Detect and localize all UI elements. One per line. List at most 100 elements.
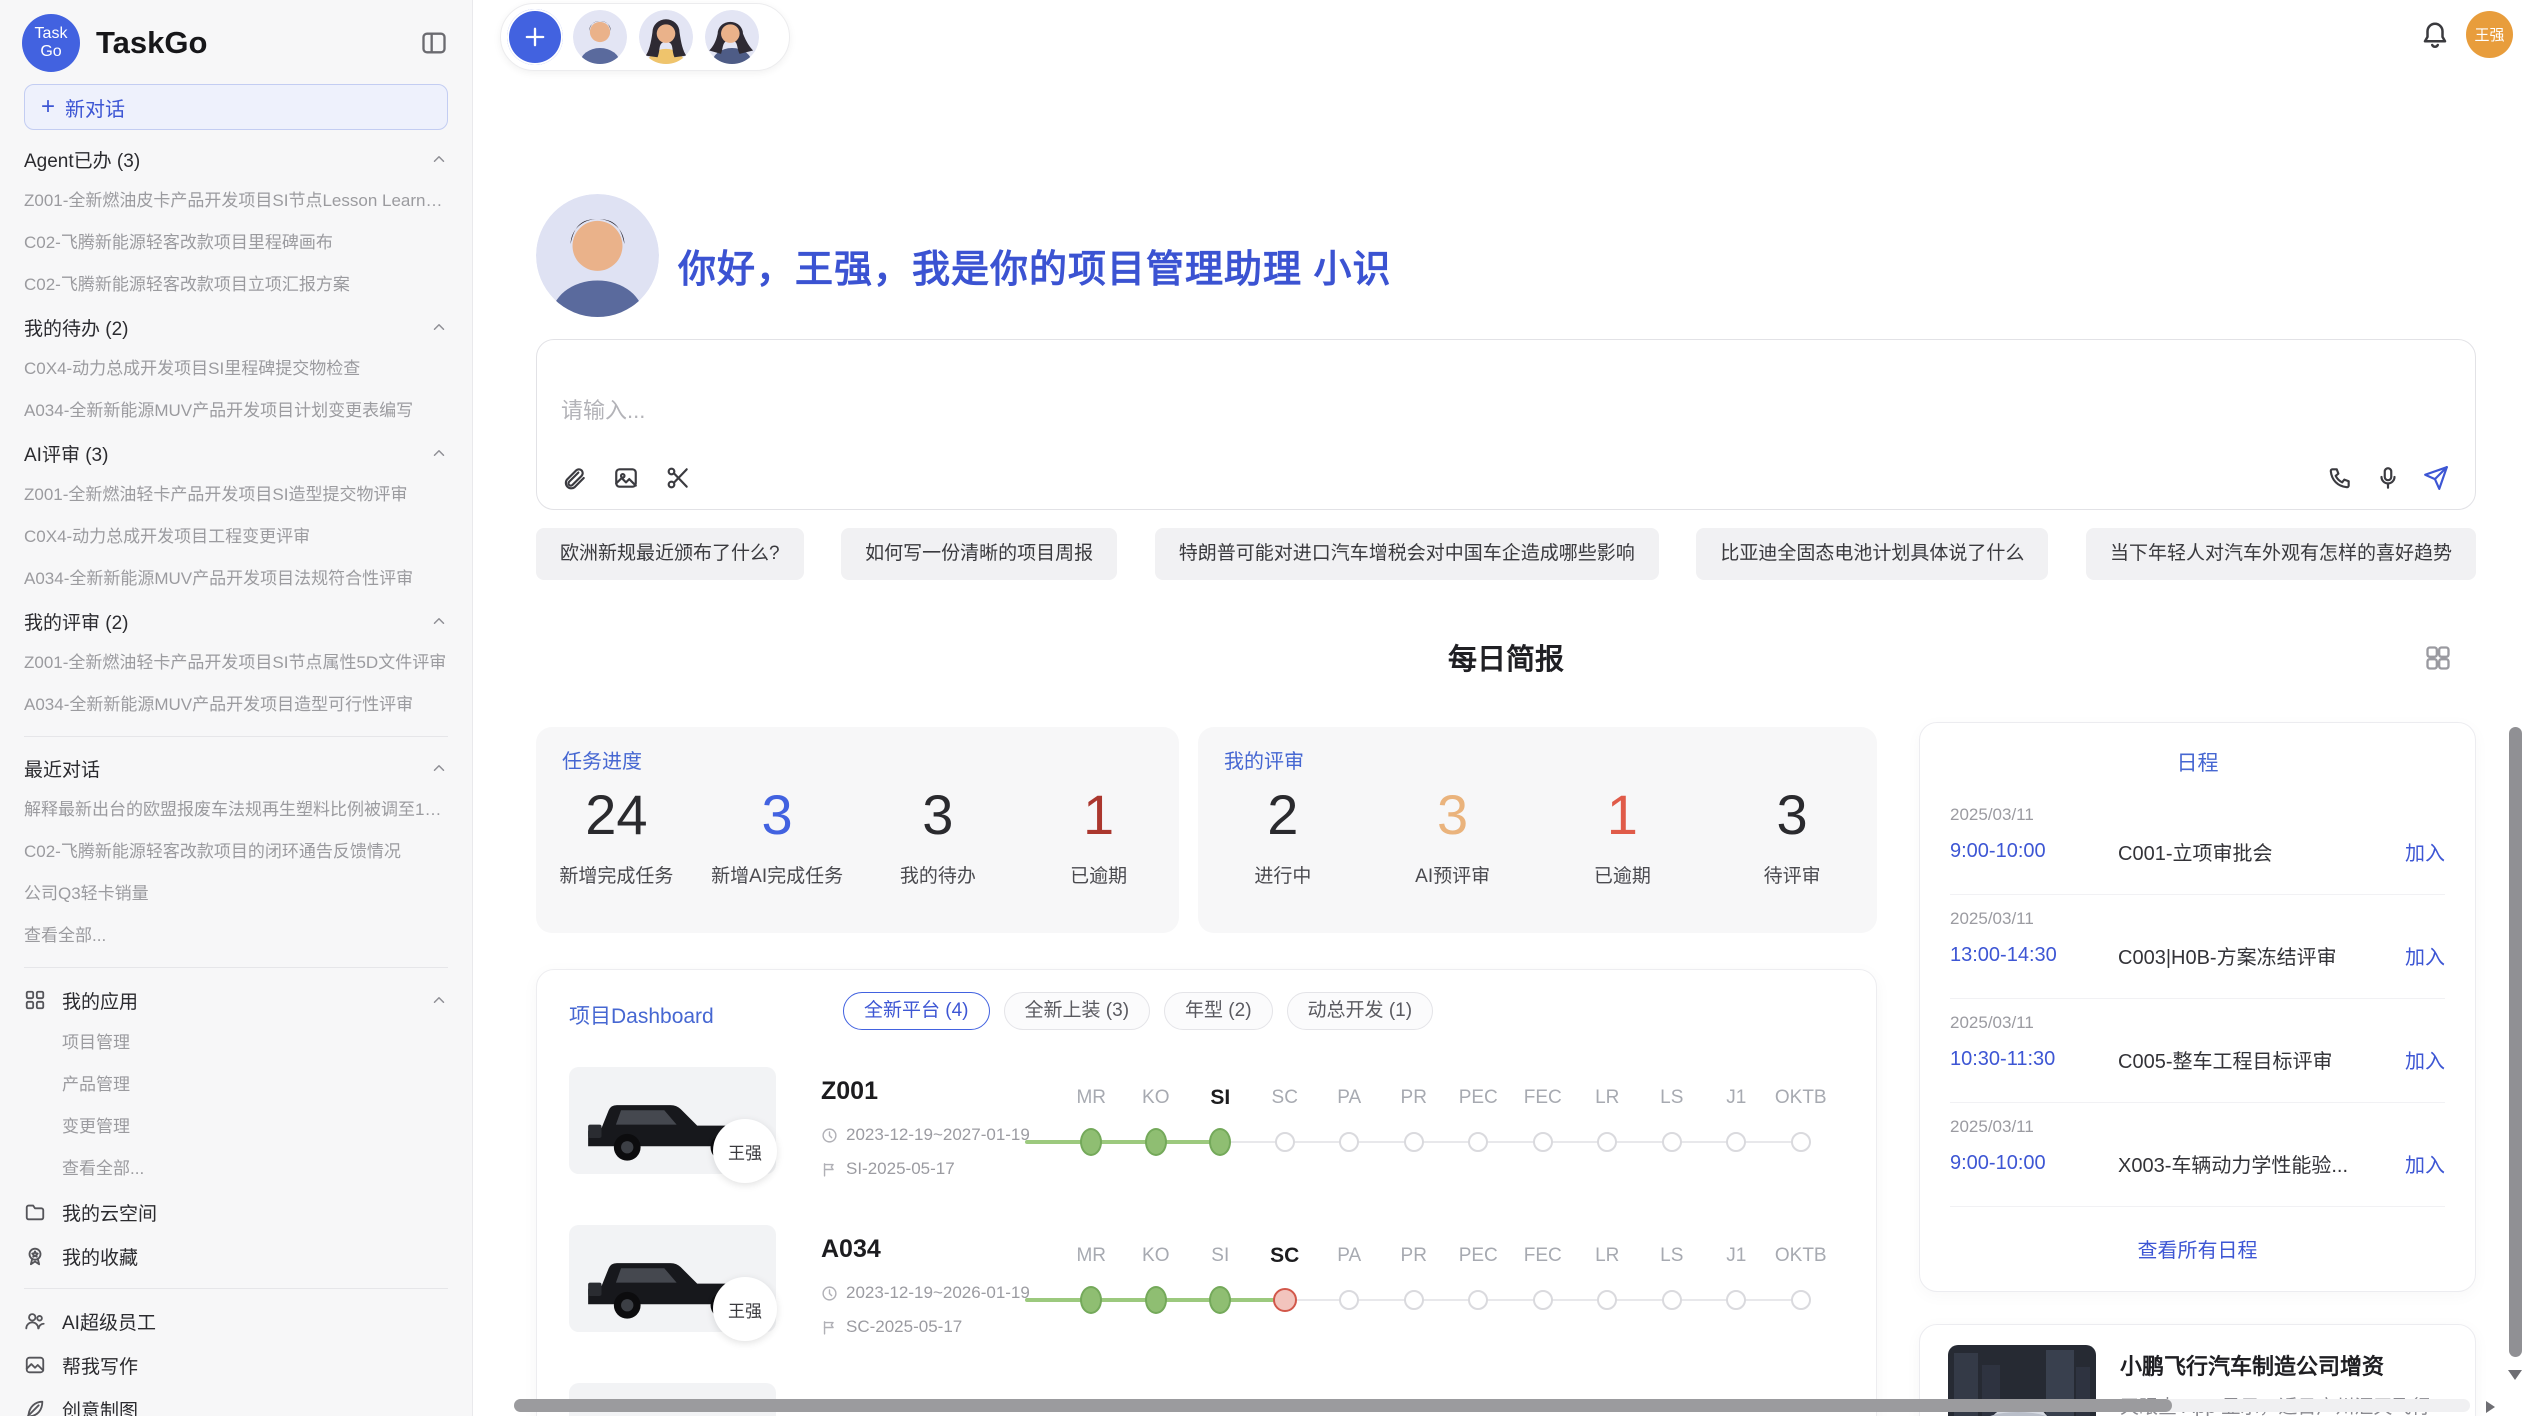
suggestion-chip[interactable]: 当下年轻人对汽车外观有怎样的喜好趋势: [2086, 528, 2476, 580]
image-doc-icon: [24, 1354, 46, 1376]
join-link[interactable]: 加入: [2405, 837, 2445, 866]
tab-powertrain[interactable]: 动总开发 (1): [1287, 992, 1434, 1030]
layout-grid-icon[interactable]: [2424, 644, 2452, 672]
project-dashboard-card: 项目Dashboard 全新平台 (4) 全新上装 (3) 年型 (2) 动总开…: [536, 969, 1877, 1416]
milestone-dot: [1662, 1290, 1682, 1310]
sidebar-item[interactable]: C02-飞腾新能源轻客改款项目立项汇报方案: [24, 264, 448, 306]
chat-input[interactable]: [561, 398, 1961, 424]
tab-new-platform[interactable]: 全新平台 (4): [843, 992, 990, 1030]
my-review-card: 我的评审 2 进行中 3 AI预评审 1 已逾期 3 待评审: [1198, 727, 1877, 933]
chevron-up-icon: [430, 318, 448, 336]
sidebar-item[interactable]: C02-飞腾新能源轻客改款项目的闭环通告反馈情况: [24, 831, 448, 873]
vertical-scrollbar-thumb[interactable]: [2509, 727, 2522, 1357]
suggestion-chip[interactable]: 如何写一份清晰的项目周报: [841, 528, 1117, 580]
stat-ai-prereview: 3 AI预评审: [1368, 783, 1538, 888]
join-link[interactable]: 加入: [2405, 941, 2445, 970]
milestone-track: MR KO SI SC PA PR PEC FEC LR LS J1 OKTB: [1059, 1241, 1833, 1317]
join-link[interactable]: 加入: [2405, 1149, 2445, 1178]
attachment-icon[interactable]: [561, 465, 587, 491]
milestone-dot: [1533, 1290, 1553, 1310]
sidebar-item[interactable]: 解释最新出台的欧盟报废车法规再生塑料比例被调至15%...: [24, 789, 448, 831]
logo-text-top: Task: [35, 25, 68, 43]
project-code: A034: [821, 1235, 881, 1264]
daily-briefing-title: 每日简报: [536, 636, 2476, 678]
horizontal-scrollbar: [514, 1399, 2470, 1412]
milestone-dot: [1273, 1288, 1297, 1312]
milestone-dot: [1275, 1132, 1295, 1152]
sidebar-item[interactable]: C02-飞腾新能源轻客改款项目里程碑画布: [24, 222, 448, 264]
sidebar-list: Agent已办 (3) Z001-全新燃油皮卡产品开发项目SI节点Lesson …: [0, 130, 472, 1416]
scissors-icon[interactable]: [665, 465, 691, 491]
project-row-a034[interactable]: 王强 A034 2023-12-19~2026-01-19 SC-2025-05…: [537, 1225, 1876, 1383]
project-milestone-flag: SC-2025-05-17: [821, 1317, 962, 1337]
tab-new-top[interactable]: 全新上装 (3): [1004, 992, 1151, 1030]
sidebar-header: Task Go TaskGo: [0, 0, 472, 72]
sidebar-item[interactable]: Z001-全新燃油轻卡产品开发项目SI节点属性5D文件评审: [24, 642, 448, 684]
view-all-schedule-link[interactable]: 查看所有日程: [1920, 1234, 2475, 1263]
section-header-recent-chats[interactable]: 最近对话: [24, 747, 448, 789]
sidebar-item-cloud-space[interactable]: 我的云空间: [24, 1190, 448, 1234]
sidebar-item-creative-draw[interactable]: 创意制图: [24, 1387, 448, 1416]
sidebar-item-ai-employee[interactable]: AI超级员工: [24, 1299, 448, 1343]
tab-model-year[interactable]: 年型 (2): [1164, 992, 1273, 1030]
apps-grid-icon: [24, 989, 46, 1011]
sidebar-item[interactable]: A034-全新新能源MUV产品开发项目法规符合性评审: [24, 558, 448, 600]
scroll-down-arrow-icon[interactable]: [2508, 1370, 2522, 1380]
send-icon[interactable]: [2423, 465, 2449, 491]
milestone-dot: [1791, 1290, 1811, 1310]
section-header-my-todo[interactable]: 我的待办 (2): [24, 306, 448, 348]
chevron-up-icon: [430, 444, 448, 462]
suggestion-chip[interactable]: 比亚迪全固态电池计划具体说了什么: [1696, 528, 2048, 580]
sidebar-item[interactable]: C0X4-动力总成开发项目工程变更评审: [24, 516, 448, 558]
suggestion-chip[interactable]: 特朗普可能对进口汽车增税会对中国车企造成哪些影响: [1155, 528, 1659, 580]
sidebar-collapse-icon[interactable]: [420, 29, 448, 57]
sidebar-subitem-change-mgmt[interactable]: 变更管理: [24, 1106, 448, 1148]
horizontal-scrollbar-thumb[interactable]: [514, 1399, 2172, 1412]
add-agent-button[interactable]: [507, 9, 563, 65]
sidebar-item-view-all[interactable]: 查看全部...: [24, 915, 448, 957]
agent-switcher: [500, 3, 790, 71]
sidebar-item-my-apps[interactable]: 我的应用: [24, 978, 448, 1022]
suggestion-chip[interactable]: 欧洲新规最近颁布了什么?: [536, 528, 804, 580]
notifications-bell-icon[interactable]: [2420, 20, 2450, 50]
logo-text-bottom: Go: [40, 43, 61, 61]
stat-review-overdue: 1 已逾期: [1538, 783, 1708, 888]
milestone-dot: [1209, 1128, 1231, 1156]
sidebar-item[interactable]: C0X4-动力总成开发项目SI里程碑提交物检查: [24, 348, 448, 390]
app-title: TaskGo: [96, 25, 420, 61]
section-header-agent-done[interactable]: Agent已办 (3): [24, 138, 448, 180]
milestone-track: MR KO SI SC PA PR PEC FEC LR LS J1 OKTB: [1059, 1083, 1833, 1159]
image-upload-icon[interactable]: [613, 465, 639, 491]
sidebar-item[interactable]: 公司Q3轻卡销量: [24, 873, 448, 915]
divider: [24, 736, 448, 737]
sidebar-item[interactable]: A034-全新新能源MUV产品开发项目计划变更表编写: [24, 390, 448, 432]
folder-icon: [24, 1201, 46, 1223]
project-code: Z001: [821, 1077, 878, 1106]
new-chat-button[interactable]: + 新对话: [24, 84, 448, 130]
sidebar-item[interactable]: Z001-全新燃油皮卡产品开发项目SI节点Lesson Learn报告: [24, 180, 448, 222]
flag-icon: [821, 1161, 838, 1178]
milestone-dot: [1597, 1290, 1617, 1310]
sidebar-item-favorites[interactable]: 我的收藏: [24, 1234, 448, 1278]
microphone-icon[interactable]: [2375, 465, 2401, 491]
project-row-z001[interactable]: 王强 Z001 2023-12-19~2027-01-19 SI-2025-05…: [537, 1067, 1876, 1225]
sidebar-subitem-product-mgmt[interactable]: 产品管理: [24, 1064, 448, 1106]
sidebar-subitem-view-all[interactable]: 查看全部...: [24, 1148, 448, 1190]
sidebar-item[interactable]: Z001-全新燃油轻卡产品开发项目SI造型提交物评审: [24, 474, 448, 516]
chat-composer: [536, 339, 2476, 510]
dashboard-title: 项目Dashboard: [569, 1000, 714, 1030]
agent-avatar-1[interactable]: [573, 10, 627, 64]
user-avatar[interactable]: 王强: [2466, 11, 2513, 58]
join-link[interactable]: 加入: [2405, 1045, 2445, 1074]
schedule-event: 2025/03/11 9:00-10:00 C001-立项审批会 加入: [1950, 791, 2445, 895]
quill-icon: [24, 1398, 46, 1416]
sidebar-item[interactable]: A034-全新新能源MUV产品开发项目造型可行性评审: [24, 684, 448, 726]
section-header-ai-review[interactable]: AI评审 (3): [24, 432, 448, 474]
agent-avatar-3[interactable]: [705, 10, 759, 64]
sidebar-subitem-project-mgmt[interactable]: 项目管理: [24, 1022, 448, 1064]
section-header-my-review[interactable]: 我的评审 (2): [24, 600, 448, 642]
voice-call-icon[interactable]: [2327, 465, 2353, 491]
sidebar-item-help-write[interactable]: 帮我写作: [24, 1343, 448, 1387]
agent-avatar-2[interactable]: [639, 10, 693, 64]
scroll-right-arrow-icon[interactable]: [2486, 1401, 2495, 1413]
